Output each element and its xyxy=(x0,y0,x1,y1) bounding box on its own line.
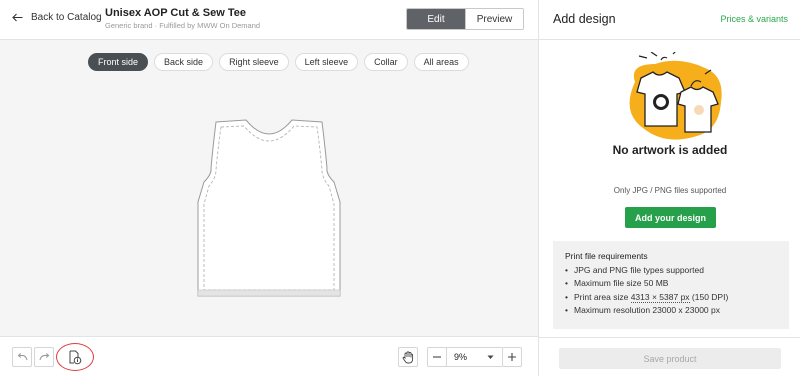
empty-state-subtitle: Only JPG / PNG files supported xyxy=(613,186,727,195)
requirements-title: Print file requirements xyxy=(565,251,648,261)
zoom-value: 9% xyxy=(454,352,468,362)
tab-front-side[interactable]: Front side xyxy=(88,53,149,71)
requirement-item: Maximum resolution 23000 x 23000 px xyxy=(565,304,777,318)
empty-artwork-illustration xyxy=(629,52,722,140)
file-info-icon xyxy=(69,350,82,364)
zoom-out-button[interactable] xyxy=(427,347,447,367)
tab-back-side[interactable]: Back side xyxy=(154,53,214,71)
canvas-toolbar: 9% xyxy=(0,336,538,376)
back-to-catalog-link[interactable]: Back to Catalog xyxy=(12,12,102,23)
edit-tab[interactable]: Edit xyxy=(407,9,465,29)
undo-button[interactable] xyxy=(12,347,32,367)
add-design-panel: Add design Prices & variants No artwork … xyxy=(538,0,800,376)
chevron-down-icon xyxy=(487,355,494,359)
add-your-design-button[interactable]: Add your design xyxy=(625,207,716,228)
panel-title: Add design xyxy=(553,12,616,26)
redo-button[interactable] xyxy=(34,347,54,367)
tab-collar[interactable]: Collar xyxy=(364,53,408,71)
tshirt-front-mockup[interactable] xyxy=(194,116,344,302)
requirements-list: JPG and PNG file types supported Maximum… xyxy=(565,264,777,317)
prices-variants-link[interactable]: Prices & variants xyxy=(720,14,788,24)
preview-tab[interactable]: Preview xyxy=(465,9,523,29)
product-subtitle: Generic brand · Fulfilled by MWW On Dema… xyxy=(105,21,261,30)
print-area-tabs: Front side Back side Right sleeve Left s… xyxy=(88,53,469,71)
empty-state-title: No artwork is added xyxy=(612,143,728,157)
mode-switch: Edit Preview xyxy=(406,8,524,30)
design-canvas[interactable]: Front side Back side Right sleeve Left s… xyxy=(0,40,538,336)
zoom-in-button[interactable] xyxy=(502,347,522,367)
tab-all-areas[interactable]: All areas xyxy=(413,53,469,71)
zoom-select[interactable]: 9% xyxy=(446,347,502,367)
editor-header: Back to Catalog Unisex AOP Cut & Sew Tee… xyxy=(0,0,538,40)
back-label: Back to Catalog xyxy=(31,12,102,23)
panel-footer: Save product xyxy=(539,337,800,376)
plus-icon xyxy=(508,353,516,361)
panel-header: Add design Prices & variants xyxy=(539,0,800,40)
tab-left-sleeve[interactable]: Left sleeve xyxy=(294,53,359,71)
requirement-item: JPG and PNG file types supported xyxy=(565,264,777,278)
minus-icon xyxy=(433,356,441,358)
tab-right-sleeve[interactable]: Right sleeve xyxy=(219,53,289,71)
undo-icon xyxy=(17,353,28,361)
pan-tool-button[interactable] xyxy=(398,347,418,367)
print-area-dpi: (150 DPI) xyxy=(689,291,729,302)
print-area-label: Print area size xyxy=(574,291,631,302)
requirement-item: Maximum file size 50 MB xyxy=(565,277,777,291)
hand-icon xyxy=(402,350,414,363)
save-product-button[interactable]: Save product xyxy=(559,348,781,369)
print-area-size[interactable]: 4313 × 5387 px xyxy=(630,291,690,303)
print-file-requirements: Print file requirements JPG and PNG file… xyxy=(553,241,789,329)
print-file-info-button[interactable] xyxy=(65,347,85,367)
arrow-left-icon xyxy=(12,13,23,22)
product-title: Unisex AOP Cut & Sew Tee xyxy=(105,7,247,19)
redo-icon xyxy=(38,353,49,361)
requirement-item-print-area: Print area size 4313 × 5387 px (150 DPI) xyxy=(565,291,777,305)
